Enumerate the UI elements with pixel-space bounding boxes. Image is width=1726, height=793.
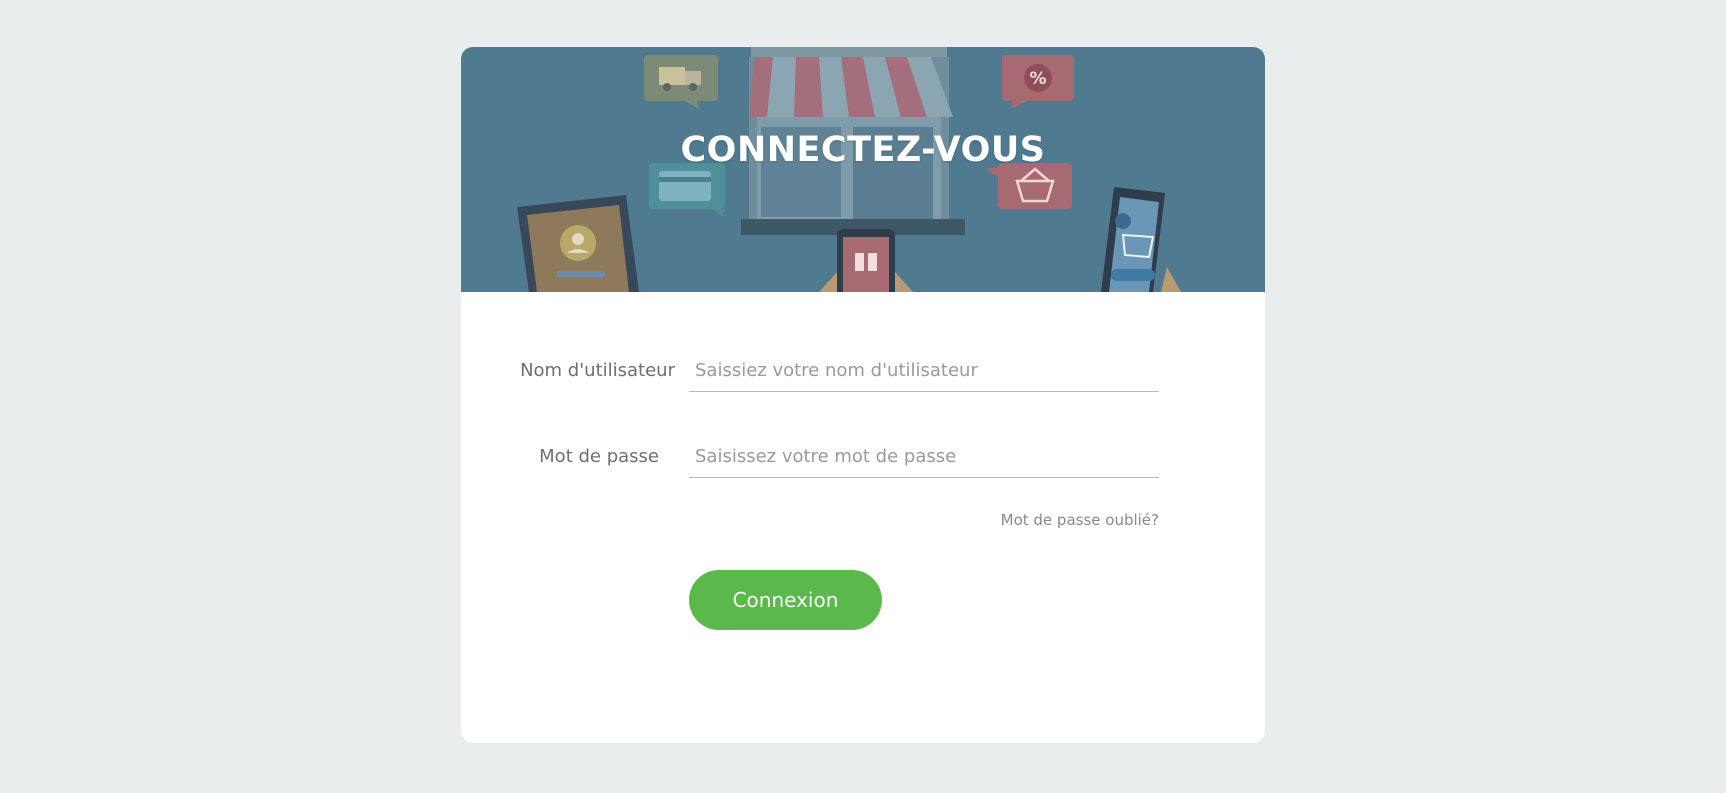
forgot-password-link[interactable]: Mot de passe oublié? xyxy=(1001,511,1159,529)
svg-text:%: % xyxy=(1029,69,1046,89)
login-card: % CONNECTEZ-VOUS Nom d'utilisateur Saiss… xyxy=(461,47,1265,743)
hero-banner: % CONNECTEZ-VOUS xyxy=(461,47,1265,292)
password-label: Mot de passe xyxy=(539,446,659,467)
login-button[interactable]: Connexion xyxy=(689,570,882,630)
password-input[interactable] xyxy=(689,436,1159,478)
credit-card-icon xyxy=(649,163,725,217)
username-input[interactable] xyxy=(689,350,1159,392)
tablet-profile-icon xyxy=(517,195,639,292)
phone-gift-icon xyxy=(819,229,913,292)
percent-badge-icon: % xyxy=(1002,55,1074,109)
phone-cart-icon xyxy=(1101,187,1181,292)
delivery-truck-icon xyxy=(644,55,718,109)
page-title: CONNECTEZ-VOUS xyxy=(680,130,1046,170)
username-label: Nom d'utilisateur xyxy=(520,360,675,381)
